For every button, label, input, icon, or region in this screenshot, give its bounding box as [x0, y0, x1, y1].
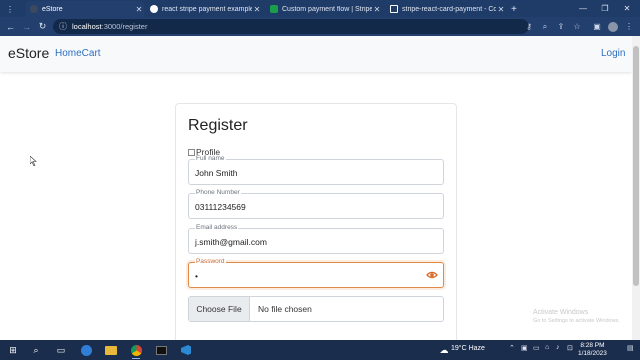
search-icon[interactable]: ⌕ [29, 343, 43, 357]
tab-search-icon[interactable]: ⋮ [2, 1, 24, 17]
file-status-text: No file chosen [258, 304, 312, 314]
close-window-icon[interactable]: ✕ [616, 0, 638, 17]
tab-title: react stripe payment example - ( [162, 5, 252, 13]
tab-estore[interactable]: eStore ✕ [26, 1, 144, 17]
choose-file-button[interactable]: Choose File [189, 297, 250, 321]
password-field[interactable]: Password • [188, 258, 444, 288]
new-tab-button[interactable]: + [507, 1, 521, 17]
reload-icon[interactable]: ↻ [35, 19, 50, 34]
address-bar[interactable]: ⓘ localhost:3000/register [53, 19, 529, 34]
terminal-icon[interactable] [154, 343, 168, 357]
plus-icon: + [511, 3, 517, 15]
chrome-icon[interactable] [129, 343, 143, 359]
full-name-field[interactable]: Full name John Smith [188, 155, 444, 185]
email-value: j.smith@gmail.com [195, 237, 267, 247]
close-tab-icon[interactable]: ✕ [252, 5, 262, 14]
restore-window-icon[interactable]: ❐ [594, 0, 616, 17]
forward-arrow-icon[interactable]: → [19, 19, 34, 34]
menu-kebab-icon[interactable]: ⋮ [622, 19, 636, 34]
phone-number-field[interactable]: Phone Number 03111234569 [188, 189, 444, 219]
close-tab-icon[interactable]: ✕ [496, 5, 506, 14]
email-field[interactable]: Email address j.smith@gmail.com [188, 224, 444, 254]
edge-icon[interactable] [79, 343, 93, 357]
activate-windows-subtitle: Go to Settings to activate Windows. [533, 318, 620, 324]
site-navbar: eStore HomeCart Login [0, 36, 632, 72]
profile-avatar-icon[interactable] [606, 19, 620, 34]
bookmark-star-icon[interactable]: ☆ [570, 19, 584, 34]
tab-stripe-docs[interactable]: Custom payment flow | Stripe Do ✕ [266, 1, 382, 17]
tab-title: stripe-react-card-payment - Cod [402, 5, 496, 13]
notification-icon[interactable]: ▤ [627, 344, 634, 352]
battery-icon[interactable]: ▭ [533, 344, 540, 352]
browser-toolbar: ← → ↻ ⓘ localhost:3000/register ⚷ ⌕ ⇪ ☆ … [0, 17, 640, 36]
phone-number-value: 03111234569 [195, 202, 246, 212]
broken-image-icon [188, 148, 195, 156]
language-icon[interactable]: ⊡ [567, 344, 573, 352]
key-icon[interactable]: ⚷ [522, 19, 536, 34]
stripe-favicon-icon [270, 5, 278, 13]
clock-date: 1/18/2023 [578, 350, 607, 357]
tab-codesandbox[interactable]: stripe-react-card-payment - Cod ✕ [386, 1, 506, 17]
volume-icon[interactable]: ♪ [556, 344, 560, 351]
vscode-icon[interactable] [179, 343, 193, 357]
windows-taskbar: ⊞ ⌕ ▭ ☁ 19°C Haze ⌃ ▣ ▭ ⌂ ♪ ⊡ 8:28 PM 1/… [0, 340, 640, 360]
back-arrow-icon[interactable]: ← [3, 19, 18, 34]
tray-chevron-up-icon[interactable]: ⌃ [509, 344, 515, 352]
task-view-icon[interactable]: ▭ [54, 343, 68, 357]
codesandbox-favicon-icon [390, 5, 398, 13]
full-name-label: Full name [195, 155, 226, 163]
zoom-icon[interactable]: ⌕ [538, 19, 552, 34]
activate-windows-title: Activate Windows [533, 309, 589, 316]
page-title: Register [188, 117, 248, 134]
password-value: • [195, 271, 198, 281]
brand-logo[interactable]: eStore [8, 45, 49, 61]
nav-link-login[interactable]: Login [601, 48, 625, 59]
profile-file-input[interactable]: Choose File No file chosen [188, 296, 444, 322]
mouse-cursor-icon [30, 156, 37, 166]
url-text: localhost:3000/register [72, 22, 147, 31]
weather-text[interactable]: 19°C Haze [451, 345, 485, 352]
email-label: Email address [195, 224, 239, 232]
nav-link-homecart[interactable]: HomeCart [55, 48, 101, 59]
password-label: Password [195, 258, 226, 266]
browser-tab-strip: ⋮ eStore ✕ react stripe payment example … [0, 0, 640, 17]
show-password-eye-icon[interactable] [426, 270, 438, 280]
scrollbar-thumb[interactable] [633, 46, 639, 286]
side-panel-icon[interactable]: ▣ [590, 19, 604, 34]
system-clock[interactable]: 8:28 PM 1/18/2023 [578, 342, 607, 358]
page-scrollbar[interactable] [632, 36, 640, 340]
minimize-window-icon[interactable]: — [572, 0, 594, 17]
windows-start-icon[interactable]: ⊞ [6, 343, 20, 357]
url-path: :3000/register [101, 22, 148, 31]
register-card: Register Profile Full name John Smith Ph… [175, 103, 457, 340]
google-favicon-icon [150, 5, 158, 13]
share-icon[interactable]: ⇪ [554, 19, 568, 34]
page-viewport: eStore HomeCart Login Register Profile F… [0, 36, 632, 340]
close-tab-icon[interactable]: ✕ [372, 5, 382, 14]
url-host: localhost [72, 22, 102, 31]
network-icon[interactable]: ⌂ [545, 344, 549, 351]
tab-title: eStore [42, 5, 63, 13]
clock-time: 8:28 PM [580, 342, 605, 349]
phone-number-label: Phone Number [195, 189, 241, 197]
tab-title: Custom payment flow | Stripe Do [282, 5, 372, 13]
close-tab-icon[interactable]: ✕ [134, 5, 144, 14]
tab-react-stripe[interactable]: react stripe payment example - ( ✕ [146, 1, 262, 17]
tray-app-icon[interactable]: ▣ [521, 344, 528, 352]
full-name-value: John Smith [195, 168, 238, 178]
estore-favicon-icon [30, 5, 38, 13]
weather-haze-icon[interactable]: ☁ [437, 343, 451, 357]
file-explorer-icon[interactable] [104, 343, 118, 357]
site-info-icon[interactable]: ⓘ [59, 21, 67, 32]
